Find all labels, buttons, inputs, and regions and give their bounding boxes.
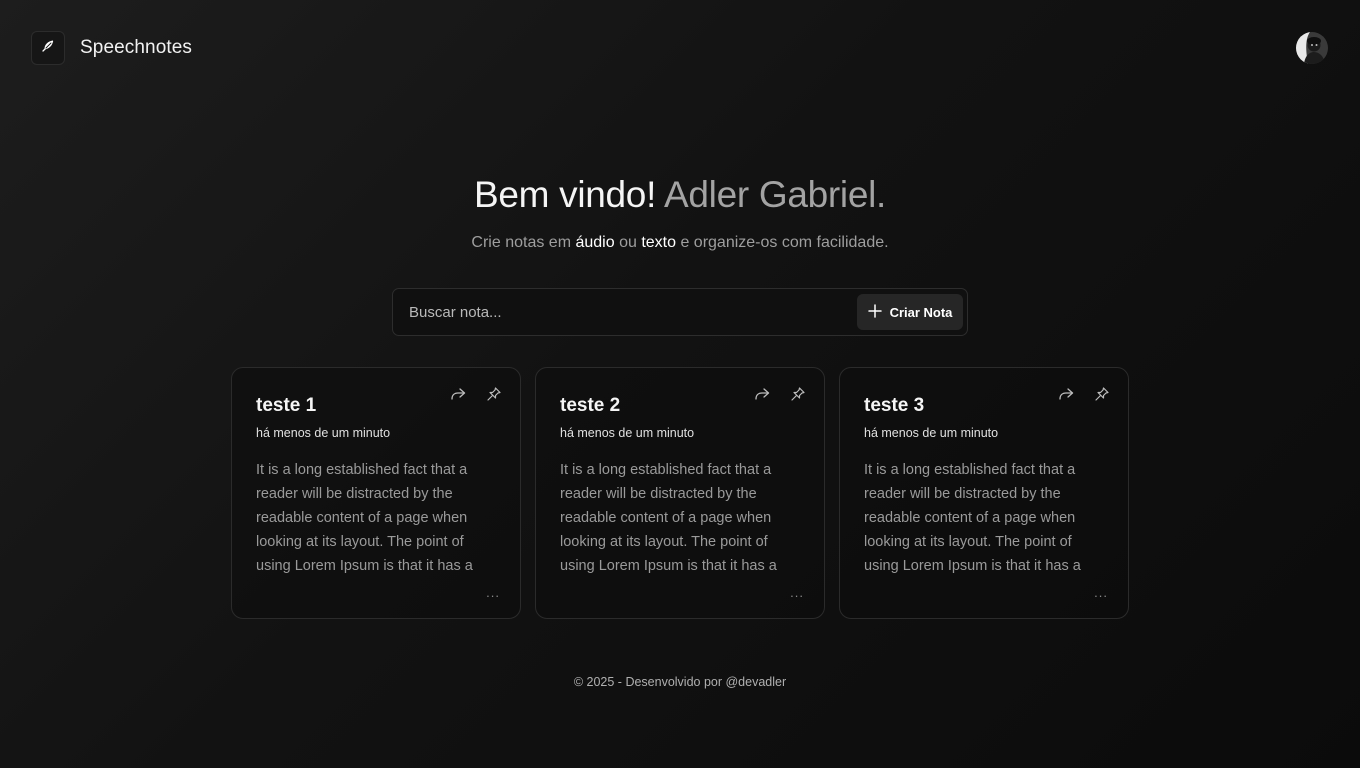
- search-bar: Criar Nota: [392, 288, 968, 336]
- note-card[interactable]: teste 1 há menos de um minuto It is a lo…: [231, 367, 521, 619]
- pin-icon[interactable]: [484, 384, 504, 404]
- note-more-indicator: ...: [790, 585, 804, 600]
- pin-icon[interactable]: [788, 384, 808, 404]
- create-note-button[interactable]: Criar Nota: [857, 294, 963, 330]
- feather-icon: [40, 38, 56, 59]
- share-icon[interactable]: [1056, 384, 1076, 404]
- share-icon[interactable]: [448, 384, 468, 404]
- note-body: It is a long established fact that a rea…: [560, 462, 777, 574]
- subtitle-text: Crie notas em: [471, 234, 576, 251]
- note-timestamp: há menos de um minuto: [864, 426, 999, 440]
- user-avatar[interactable]: [1296, 32, 1328, 64]
- note-title: teste 1: [256, 395, 317, 416]
- welcome-title: Bem vindo! Adler Gabriel.: [0, 174, 1360, 216]
- note-more-indicator: ...: [486, 585, 500, 600]
- app-name: Speechnotes: [80, 37, 193, 58]
- note-title: teste 2: [560, 395, 621, 416]
- pin-icon[interactable]: [1092, 384, 1112, 404]
- note-title: teste 3: [864, 395, 925, 416]
- note-timestamp: há menos de um minuto: [560, 426, 695, 440]
- note-body: It is a long established fact that a rea…: [256, 462, 473, 574]
- welcome-subtitle: Crie notas em áudio ou texto e organize-…: [0, 234, 1360, 252]
- create-note-label: Criar Nota: [889, 304, 953, 320]
- footer-credit: © 2025 - Desenvolvido por @devadler: [573, 675, 787, 689]
- note-card[interactable]: teste 3 há menos de um minuto It is a lo…: [839, 367, 1129, 619]
- header: Speechnotes: [0, 0, 1360, 96]
- plus-icon: [867, 303, 882, 321]
- note-card[interactable]: teste 2 há menos de um minuto It is a lo…: [535, 367, 825, 619]
- greeting: Bem vindo!: [473, 174, 657, 215]
- search-input[interactable]: [401, 295, 851, 329]
- subtitle-text: ou: [614, 234, 642, 251]
- note-body: It is a long established fact that a rea…: [864, 462, 1081, 574]
- share-icon[interactable]: [752, 384, 772, 404]
- subtitle-text: e organize-os com facilidade.: [676, 234, 889, 251]
- subtitle-texto: texto: [641, 234, 676, 251]
- app-logo[interactable]: [31, 31, 65, 65]
- note-timestamp: há menos de um minuto: [256, 426, 391, 440]
- note-more-indicator: ...: [1094, 585, 1108, 600]
- user-name: Adler Gabriel.: [664, 174, 887, 215]
- subtitle-audio: áudio: [575, 234, 615, 251]
